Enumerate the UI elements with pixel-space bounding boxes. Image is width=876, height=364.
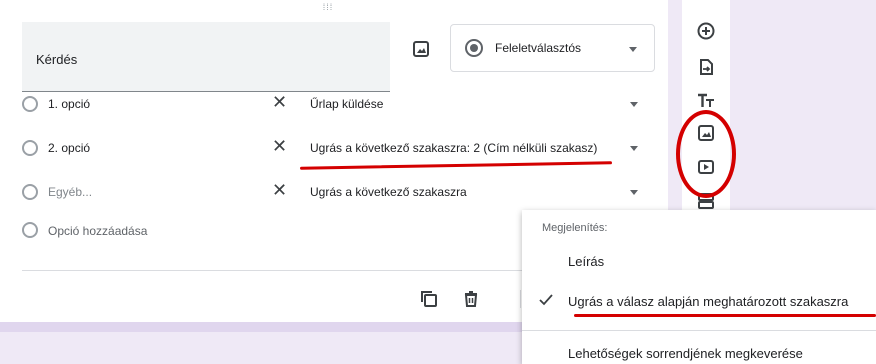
menu-item-description[interactable]: Leírás (568, 254, 604, 269)
option-radio (22, 184, 38, 200)
import-questions-icon[interactable] (697, 58, 715, 76)
option-go-to-select[interactable]: Ugrás a következő szakaszra: 2 (Cím nélk… (310, 141, 597, 155)
option-go-to-select[interactable]: Ugrás a következő szakaszra (310, 185, 467, 199)
remove-option-icon[interactable]: ✕ (272, 136, 287, 156)
red-underline-annotation (574, 314, 876, 317)
radio-type-icon (465, 39, 483, 57)
option-radio (22, 140, 38, 156)
option-row: 1. opció ✕ Űrlap küldése (0, 86, 660, 122)
question-type-label: Feleletválasztós (495, 41, 582, 55)
menu-item-go-to-section[interactable]: Ugrás a válasz alapján meghatározott sza… (568, 294, 848, 309)
add-question-icon[interactable] (697, 22, 715, 40)
option-label[interactable]: 1. opció (48, 97, 90, 111)
add-option-link[interactable]: Opció hozzáadása (48, 224, 147, 238)
add-option-radio (22, 222, 38, 238)
duplicate-icon[interactable] (420, 290, 438, 308)
chevron-down-icon[interactable] (630, 102, 638, 107)
remove-option-icon[interactable]: ✕ (272, 180, 287, 200)
chevron-down-icon[interactable] (630, 146, 638, 151)
option-radio (22, 96, 38, 112)
drag-handle-icon[interactable]: ⁞⁞⁞ (318, 2, 338, 14)
remove-option-icon[interactable]: ✕ (272, 92, 287, 112)
add-title-icon[interactable] (697, 92, 715, 110)
option-label[interactable]: Egyéb... (48, 185, 92, 199)
question-placeholder: Kérdés (36, 52, 78, 67)
checkmark-icon (539, 294, 553, 306)
option-row: Egyéb... ✕ Ugrás a következő szakaszra (0, 174, 660, 210)
display-options-menu: Megjelenítés: Leírás Ugrás a válasz alap… (522, 210, 876, 364)
footer-divider (520, 290, 521, 308)
menu-separator (522, 330, 876, 331)
question-type-select[interactable]: Feleletválasztós (450, 24, 655, 72)
option-label[interactable]: 2. opció (48, 141, 90, 155)
option-row: 2. opció ✕ Ugrás a következő szakaszra: … (0, 130, 660, 166)
option-go-to-select[interactable]: Űrlap küldése (310, 97, 383, 111)
menu-item-shuffle-options[interactable]: Lehetőségek sorrendjének megkeverése (568, 346, 803, 361)
add-image-icon[interactable] (412, 40, 430, 58)
menu-header: Megjelenítés: (542, 222, 608, 234)
chevron-down-icon (629, 47, 637, 52)
red-circle-annotation (676, 110, 736, 198)
delete-icon[interactable] (462, 290, 480, 308)
chevron-down-icon[interactable] (630, 190, 638, 195)
question-input[interactable]: Kérdés (22, 22, 390, 92)
